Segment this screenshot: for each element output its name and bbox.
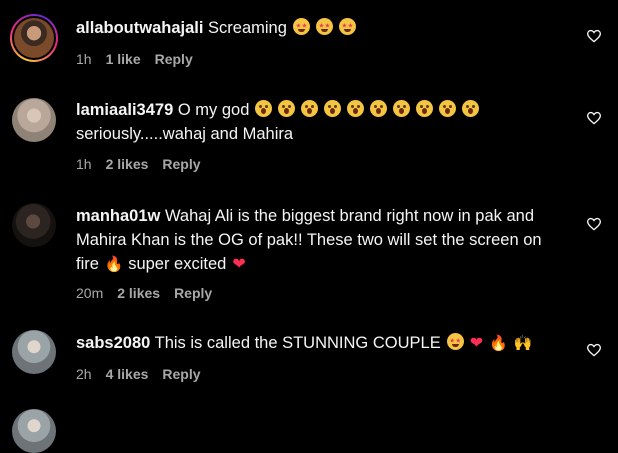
avatar[interactable] — [12, 330, 56, 374]
like-count[interactable]: 2 likes — [106, 156, 149, 172]
timestamp: 1h — [76, 156, 92, 172]
reply-button[interactable]: Reply — [162, 156, 200, 172]
astonished-emoji — [370, 100, 388, 117]
like-count[interactable]: 1 like — [106, 51, 141, 67]
heart-outline-icon[interactable] — [586, 28, 602, 44]
comment-body: manha01w Wahaj Ali is the biggest brand … — [76, 204, 570, 277]
comment-body: allaboutwahajali Screaming — [76, 16, 570, 40]
astonished-emoji — [347, 100, 365, 117]
comment-text: Screaming — [208, 19, 287, 37]
like-count[interactable]: 4 likes — [106, 366, 149, 382]
star-struck-emoji — [446, 333, 464, 350]
username[interactable]: manha01w — [76, 207, 160, 225]
fire-emoji: 🔥 — [489, 335, 508, 352]
astonished-emoji — [255, 100, 273, 117]
comment-text: O my god — [177, 101, 250, 119]
comment-meta: 1h 1 like Reply — [76, 51, 207, 67]
astonished-emoji — [462, 100, 480, 117]
raising-hands-emoji: 🙌 — [513, 335, 533, 352]
comment-text-line3: fire — [76, 255, 99, 273]
red-heart-emoji: ❤ — [469, 335, 484, 352]
comment-3: manha01w Wahaj Ali is the biggest brand … — [0, 190, 618, 320]
comment-body: lamiaali3479 O my god seriously.....waha… — [76, 98, 570, 146]
fire-emoji: 🔥 — [104, 256, 124, 273]
comment-1: allaboutwahajali Screaming 1h 1 like Rep… — [0, 0, 618, 85]
timestamp: 1h — [76, 51, 92, 67]
comment-body: sabs2080 This is called the STUNNING COU… — [76, 331, 570, 356]
avatar[interactable] — [12, 98, 56, 142]
star-struck-emoji — [315, 18, 333, 35]
astonished-emoji — [393, 100, 411, 117]
astonished-emoji — [301, 100, 319, 117]
heart-outline-icon[interactable] — [586, 216, 602, 232]
astonished-emoji — [416, 100, 434, 117]
comment-text-line1: Wahaj Ali is the biggest brand right now… — [164, 207, 534, 225]
astonished-emoji — [278, 100, 296, 117]
red-heart-emoji: ❤ — [232, 256, 246, 273]
username[interactable]: sabs2080 — [76, 334, 150, 352]
astonished-emoji — [324, 100, 342, 117]
comment-meta: 1h 2 likes Reply — [76, 156, 215, 172]
comment-2: lamiaali3479 O my god seriously.....waha… — [0, 85, 618, 190]
username[interactable]: allaboutwahajali — [76, 19, 203, 37]
comment-4: sabs2080 This is called the STUNNING COU… — [0, 320, 618, 415]
reply-button[interactable]: Reply — [155, 51, 193, 67]
star-struck-emoji — [338, 18, 356, 35]
comment-text-line3-cont: super excited — [128, 255, 227, 273]
username[interactable]: lamiaali3479 — [76, 101, 173, 119]
astonished-emoji — [439, 100, 457, 117]
comment-text-line2: seriously.....wahaj and Mahira — [76, 125, 294, 143]
comment-meta: 2h 4 likes Reply — [76, 366, 215, 382]
reply-button[interactable]: Reply — [174, 285, 212, 301]
reply-button[interactable]: Reply — [162, 366, 200, 382]
avatar[interactable] — [12, 203, 56, 247]
heart-outline-icon[interactable] — [586, 342, 602, 358]
comment-text-line2: Mahira Khan is the OG of pak!! These two… — [76, 231, 542, 249]
avatar[interactable] — [10, 14, 58, 62]
heart-outline-icon[interactable] — [586, 110, 602, 126]
like-count[interactable]: 2 likes — [117, 285, 160, 301]
timestamp: 2h — [76, 366, 92, 382]
star-struck-emoji — [292, 18, 310, 35]
timestamp: 20m — [76, 285, 104, 301]
comment-meta: 20m 2 likes Reply — [76, 285, 226, 301]
comment-text: This is called the STUNNING COUPLE — [154, 334, 441, 352]
avatar[interactable] — [12, 409, 56, 453]
